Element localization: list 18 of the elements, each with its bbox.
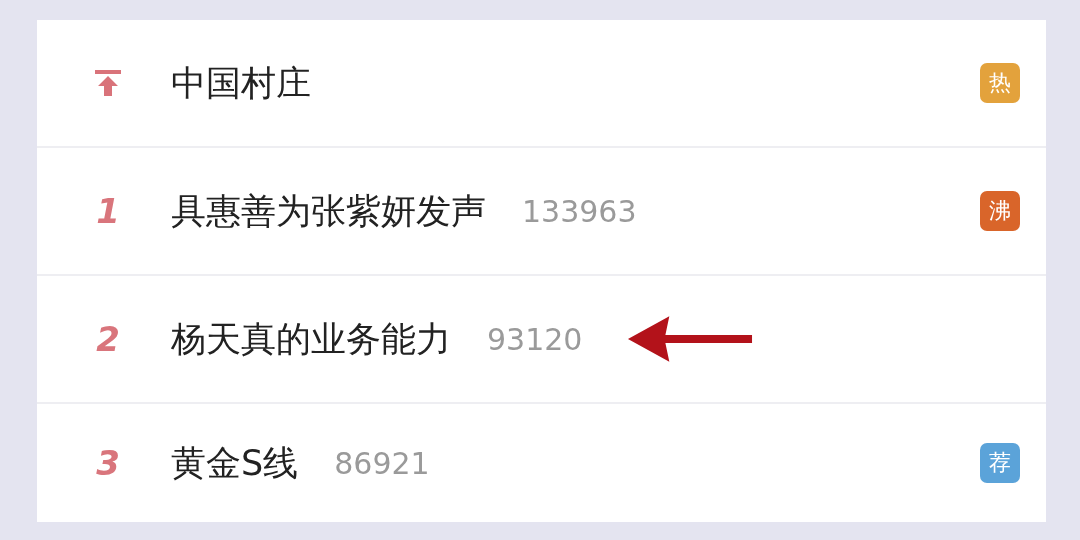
heat-count: 93120 xyxy=(487,321,583,357)
rank-number: 3 xyxy=(96,443,120,483)
rank-number: 2 xyxy=(96,319,120,359)
topic-title: 中国村庄 xyxy=(171,61,311,105)
hot-search-item[interactable]: 1 具惠善为张紫妍发声 133963 沸 xyxy=(37,148,1046,276)
heat-count: 86921 xyxy=(334,445,430,481)
topic-title: 黄金S线 xyxy=(171,441,299,485)
hot-search-item[interactable]: 3 黄金S线 86921 荐 xyxy=(37,404,1046,522)
hot-search-item[interactable]: 2 杨天真的业务能力 93120 xyxy=(37,276,1046,404)
rank-number: 1 xyxy=(96,191,120,231)
pin-top-icon xyxy=(93,68,123,98)
topic-title: 具惠善为张紫妍发声 xyxy=(171,189,486,233)
tag-badge: 荐 xyxy=(980,443,1020,483)
heat-count: 133963 xyxy=(522,193,637,229)
hot-search-item[interactable]: 中国村庄 热 xyxy=(37,20,1046,148)
tag-badge: 热 xyxy=(980,63,1020,103)
tag-badge: 沸 xyxy=(980,191,1020,231)
topic-title: 杨天真的业务能力 xyxy=(171,317,451,361)
